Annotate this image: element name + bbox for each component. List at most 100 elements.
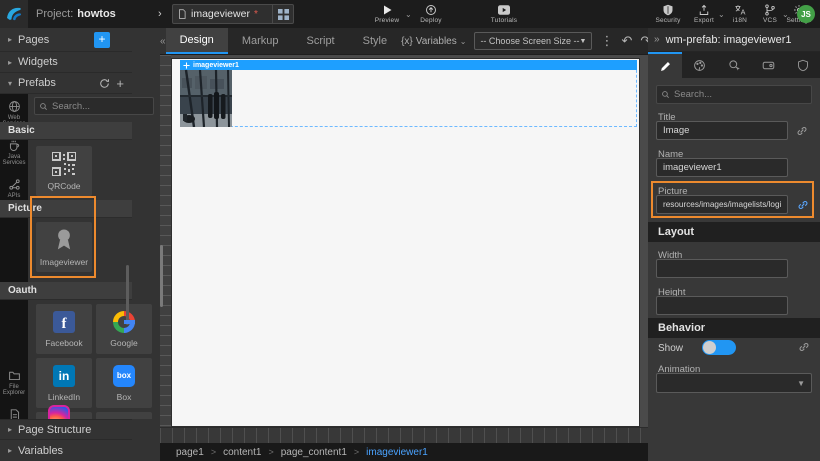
page-switcher-grid-icon[interactable] (272, 5, 289, 23)
screen-size-select[interactable]: -- Choose Screen Size -- ▼ (474, 32, 592, 50)
expand-arrow-icon: ▸ (8, 446, 12, 455)
bind-title-icon[interactable] (796, 125, 808, 137)
tutorials-button[interactable]: Tutorials (483, 0, 525, 28)
preview-caret-icon[interactable]: ⌄ (405, 10, 412, 19)
selected-widget-header[interactable]: imageviewer1 (180, 60, 637, 70)
breadcrumb-item-page1[interactable]: page1 (176, 447, 204, 458)
tab-device[interactable] (751, 52, 785, 78)
caret-down-icon: ⌄ (460, 37, 467, 46)
coffee-icon (8, 139, 21, 152)
title-input[interactable] (656, 121, 788, 140)
tab-styles[interactable] (682, 52, 716, 78)
prefab-tile-linkedin[interactable]: in LinkedIn (36, 358, 92, 408)
tab-markup[interactable]: Markup (228, 28, 293, 54)
preview-button[interactable]: Preview (370, 0, 404, 28)
deploy-button[interactable]: Deploy (413, 0, 449, 28)
prefab-tile[interactable] (96, 412, 152, 419)
variables-section-label: Variables (18, 445, 63, 457)
prefab-tile-google[interactable]: Google (96, 304, 152, 354)
pages-section-label: Pages (18, 34, 49, 46)
page-tab-name: imageviewer (191, 8, 250, 20)
editor-tab-row: « Design Markup Script Style {x} Variabl… (160, 28, 648, 55)
bind-show-icon[interactable] (798, 341, 810, 353)
i18n-button[interactable]: A i18N (724, 0, 756, 28)
show-field-label: Show (658, 343, 683, 354)
widgets-section-header[interactable]: ▸ Widgets (0, 52, 132, 73)
palette-icon (693, 59, 706, 72)
tab-script[interactable]: Script (293, 28, 349, 54)
api-nodes-icon (8, 178, 21, 191)
add-page-button[interactable]: + (94, 32, 110, 48)
tab-design[interactable]: Design (166, 28, 228, 54)
properties-tabs (648, 52, 820, 78)
login-bg-image (180, 70, 232, 127)
security-button[interactable]: Security (650, 0, 686, 28)
name-input[interactable] (656, 158, 788, 177)
device-icon (762, 59, 775, 72)
open-page-tab[interactable]: imageviewer * (172, 4, 294, 24)
breadcrumb-separator: > (268, 447, 273, 457)
play-icon (381, 4, 393, 16)
more-options-icon[interactable]: ⋮ (600, 33, 613, 49)
variables-section[interactable]: ▸ Variables (0, 440, 132, 461)
properties-search[interactable] (656, 85, 812, 104)
breadcrumb-item-content1[interactable]: content1 (223, 447, 261, 458)
undo-icon[interactable]: ↶ (621, 33, 632, 49)
tab-properties[interactable] (648, 52, 682, 78)
prefabs-section-header[interactable]: ▾ Prefabs + (0, 73, 132, 94)
i18n-label: i18N (733, 17, 747, 24)
google-icon (113, 311, 135, 333)
rail-item-file-explorer[interactable]: File Explorer (0, 363, 28, 402)
variables-dropdown[interactable]: {x} Variables ⌄ (401, 36, 466, 47)
export-button[interactable]: Export (688, 0, 720, 28)
group-header-picture: Picture (0, 200, 132, 218)
collapse-arrow-icon: ▾ (8, 79, 12, 88)
caret-down-icon: ▼ (797, 379, 805, 388)
tab-style[interactable]: Style (349, 28, 401, 54)
tile-label: LinkedIn (48, 392, 80, 402)
rail-label: Java Services (0, 154, 28, 166)
breadcrumb-item-imageviewer1[interactable]: imageviewer1 (366, 447, 428, 458)
behavior-section-header[interactable]: Behavior (648, 318, 820, 338)
animation-select[interactable]: ▼ (656, 373, 812, 393)
branch-icon (764, 4, 776, 16)
page-structure-label: Page Structure (18, 424, 91, 436)
show-toggle[interactable] (702, 340, 736, 355)
expand-panel-icon[interactable]: » (654, 34, 660, 45)
prefab-search-input[interactable] (52, 101, 149, 112)
breadcrumb-item-page-content1[interactable]: page_content1 (281, 447, 347, 458)
security-label: Security (655, 17, 680, 24)
wavemaker-logo[interactable] (0, 0, 28, 28)
tile-label: QRCode (47, 181, 80, 191)
refresh-prefabs-icon[interactable] (99, 78, 110, 89)
prefab-search[interactable] (34, 97, 154, 115)
layout-section-header[interactable]: Layout (648, 222, 820, 242)
group-header-basic: Basic (0, 122, 132, 140)
canvas-scrollbar[interactable] (160, 245, 163, 307)
vcs-label: VCS (763, 17, 777, 24)
height-input[interactable] (656, 296, 788, 315)
expand-arrow-icon: ▸ (8, 425, 12, 434)
group-header-oauth: Oauth (0, 282, 132, 300)
pages-section-header[interactable]: ▸ Pages + (0, 28, 132, 52)
picture-input[interactable] (656, 195, 788, 214)
prefab-tile-facebook[interactable]: f Facebook (36, 304, 92, 354)
tab-events[interactable] (717, 52, 751, 78)
prefab-tile-box[interactable]: box Box (96, 358, 152, 408)
imageviewer-thumbnail[interactable] (180, 70, 232, 127)
prefab-tile-qrcode[interactable]: QRCode (36, 146, 92, 196)
explorer-scrollbar[interactable] (126, 265, 129, 325)
tutorials-label: Tutorials (491, 17, 517, 24)
vcs-button[interactable]: VCS (757, 0, 783, 28)
tab-security[interactable] (786, 52, 820, 78)
page-structure-section[interactable]: ▸ Page Structure (0, 419, 132, 440)
properties-search-input[interactable] (674, 89, 807, 100)
translate-icon: A (734, 4, 747, 16)
add-prefab-icon[interactable]: + (116, 76, 124, 91)
prefab-tile-imageviewer[interactable]: Imageviewer (36, 222, 92, 272)
user-avatar[interactable]: JS (797, 5, 815, 23)
wavemaker-logo-icon (5, 5, 23, 23)
width-input[interactable] (656, 259, 788, 278)
bind-picture-icon[interactable] (797, 199, 809, 211)
preview-label: Preview (375, 17, 400, 24)
